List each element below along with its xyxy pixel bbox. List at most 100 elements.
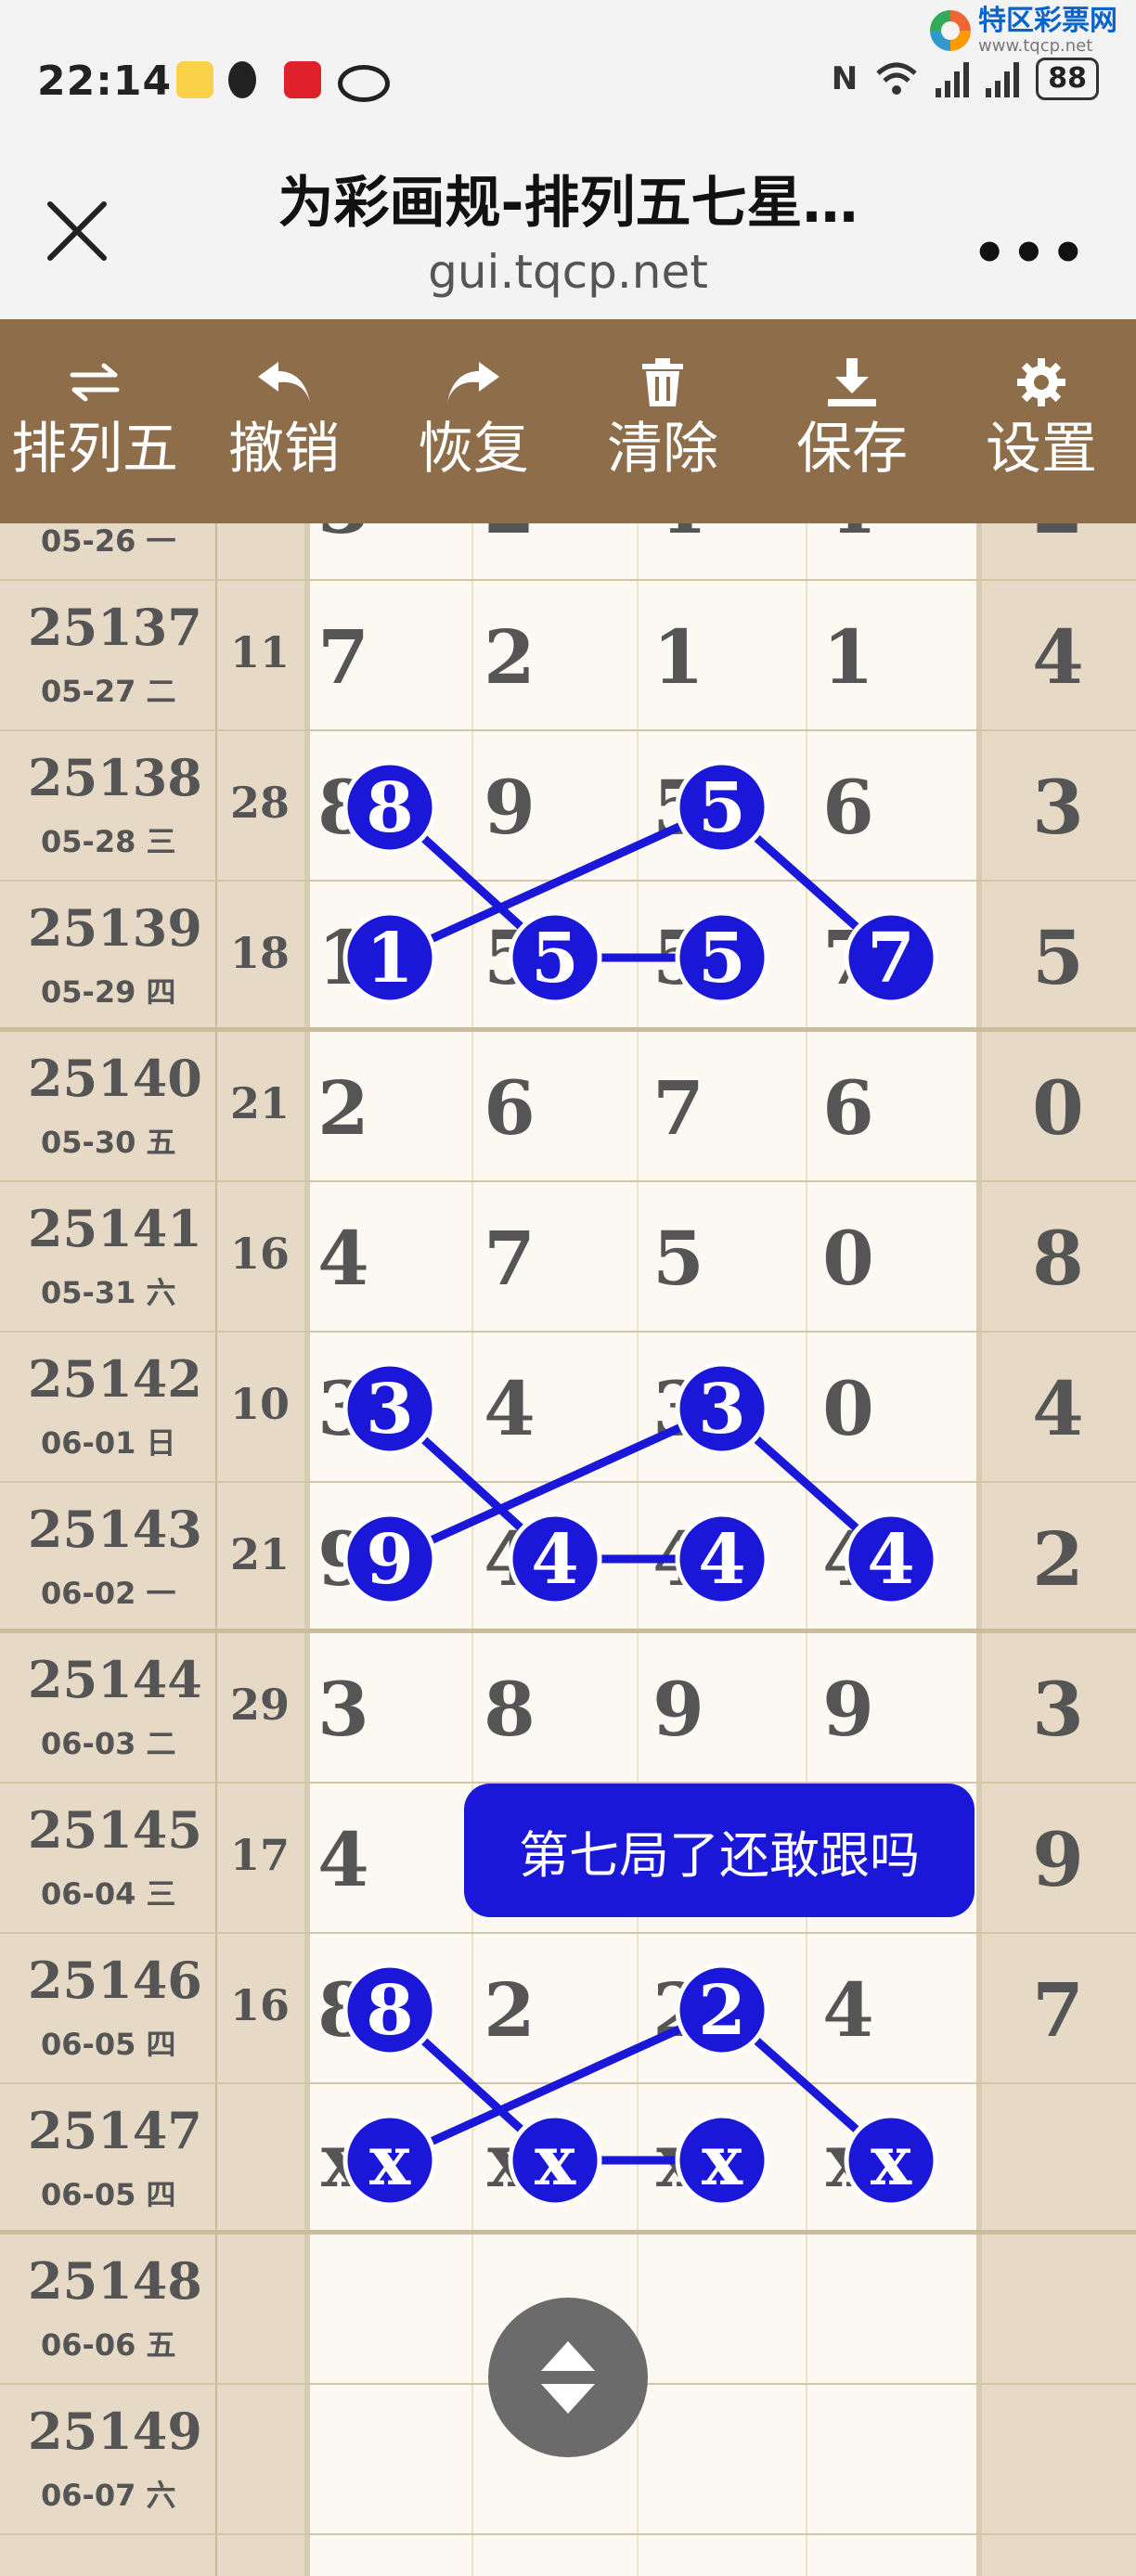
digit-cell: 6 xyxy=(822,1064,874,1152)
issue-date: 06-01 日 xyxy=(41,1425,176,1461)
toolbar-save-button[interactable]: 保存 xyxy=(757,319,947,523)
issue-date: 06-05 四 xyxy=(41,2027,176,2062)
digit-cell: 9 xyxy=(317,1515,369,1603)
issue-date: 06-07 六 xyxy=(41,2478,176,2513)
draw-grid[interactable]: 2513605-26 一13324422513705-27 二117211425… xyxy=(0,523,1136,2576)
page-title: 为彩画规-排列五七星… xyxy=(278,171,858,236)
toolbar-label: 排列五 xyxy=(11,417,178,482)
download-icon xyxy=(826,354,878,410)
digit-cell: 5 xyxy=(484,914,536,1001)
issue-number: 25144 xyxy=(28,1650,202,1709)
digit-cell: 0 xyxy=(822,1365,874,1452)
toolbar-label: 设置 xyxy=(986,417,1097,482)
digit-sum: 29 xyxy=(229,1680,290,1730)
issue-date: 06-03 二 xyxy=(41,1726,176,1761)
issue-number: 25138 xyxy=(28,748,202,807)
weibo-icon xyxy=(176,61,213,98)
wifi-icon xyxy=(876,62,917,95)
issue-number: 25143 xyxy=(28,1500,202,1559)
issue-date: 06-06 五 xyxy=(41,2327,176,2363)
digit-sum: 18 xyxy=(229,928,290,978)
digit-cell: 7 xyxy=(652,1064,704,1152)
digit-cell: 5 xyxy=(652,914,704,1001)
digit-cell: 4 xyxy=(484,1515,536,1603)
digit-cell: 9 xyxy=(652,1666,704,1753)
table-row: 25142 06-01 日 10 3 4 3 0 4 xyxy=(0,1333,1136,1483)
table-row: 25147 06-05 四 x x x x xyxy=(0,2084,1136,2235)
digit-cell: 8 xyxy=(484,1666,536,1753)
toolbar-settings-button[interactable]: 设置 xyxy=(947,319,1136,523)
issue-number: 25139 xyxy=(28,898,202,958)
issue-number: 25141 xyxy=(28,1199,202,1258)
issue-date: 06-05 四 xyxy=(41,2177,176,2212)
digit-cell: 4 xyxy=(484,1365,536,1452)
table-row: 2513605-26 一1332442 xyxy=(0,523,1136,581)
title-bar: 为彩画规-排列五七星… gui.tqcp.net ••• xyxy=(0,130,1136,319)
table-row: 25138 05-28 三 28 8 9 5 6 3 xyxy=(0,731,1136,882)
issue-number: 25148 xyxy=(28,2251,202,2311)
toolbar-label: 恢复 xyxy=(418,417,529,482)
more-menu-icon[interactable]: ••• xyxy=(972,221,1090,286)
digit-cell: 6 xyxy=(484,1064,536,1152)
watermark-name: 特区彩票网 xyxy=(978,5,1117,37)
digit-cell: 4 xyxy=(632,523,725,553)
table-row: 25140 05-30 五 21 2 6 7 6 0 xyxy=(0,1032,1136,1182)
digit-cell: 8 xyxy=(317,764,369,851)
digit-cell: 2 xyxy=(484,1966,536,2054)
toolbar-label: 撤销 xyxy=(228,417,340,482)
issue-number: 25149 xyxy=(28,2402,202,2461)
last-digit: 5 xyxy=(1032,914,1084,1001)
issue-number: 25140 xyxy=(28,1049,202,1108)
scroll-toggle-button[interactable] xyxy=(488,2298,648,2457)
swap-icon xyxy=(69,354,121,410)
digit-cell: 9 xyxy=(822,1666,874,1753)
last-digit: 9 xyxy=(1032,1816,1084,1903)
issue-date: 05-28 三 xyxy=(41,824,176,859)
digit-sum: 28 xyxy=(229,778,290,828)
digit-cell: 2 xyxy=(317,1064,369,1152)
digit-cell: 5 xyxy=(652,764,704,851)
digit-sum: 16 xyxy=(229,1229,290,1279)
digit-cell: 1 xyxy=(317,914,369,1001)
issue-number: 25137 xyxy=(28,598,202,657)
watermark-logo-icon xyxy=(930,10,971,51)
last-digit: 7 xyxy=(1032,1966,1084,2054)
issue-date: 05-30 五 xyxy=(41,1125,176,1160)
digit-cell: 3 xyxy=(317,1666,369,1753)
issue-date: 05-29 四 xyxy=(41,974,176,1010)
digit-cell: 7 xyxy=(822,914,874,1001)
digit-cell: 3 xyxy=(317,1365,369,1452)
table-row: 25146 06-05 四 16 8 2 2 4 7 xyxy=(0,1934,1136,2084)
table-row: 25143 06-02 一 21 9 4 4 4 2 xyxy=(0,1483,1136,1633)
up-down-arrows-icon xyxy=(541,2341,595,2414)
watermark-url: www.tqcp.net xyxy=(978,36,1093,56)
digit-cell: 5 xyxy=(652,1215,704,1302)
digit-cell: 1 xyxy=(822,613,874,701)
digit-cell: 6 xyxy=(822,764,874,851)
toolbar-switch-button[interactable]: 排列五 xyxy=(0,319,189,523)
digit-cell: 4 xyxy=(317,1215,369,1302)
last-digit: 3 xyxy=(1032,764,1084,851)
digit-cell: x xyxy=(656,2117,701,2204)
digit-cell: 4 xyxy=(822,1515,874,1603)
status-right: N 88 xyxy=(832,58,1099,100)
toolbar-redo-button[interactable]: 恢复 xyxy=(379,319,568,523)
signal-icon-2 xyxy=(986,60,1020,97)
digit-sum: 16 xyxy=(229,1980,290,2030)
redo-icon xyxy=(444,354,503,410)
toolbar-clear-button[interactable]: 清除 xyxy=(568,319,757,523)
nfc-icon: N xyxy=(831,60,858,97)
digit-cell: 3 xyxy=(652,1365,704,1452)
digit-cell: x xyxy=(487,2117,532,2204)
toast-message: 第七局了还敢跟吗 xyxy=(464,1784,975,1917)
toolbar-undo-button[interactable]: 撤销 xyxy=(189,319,379,523)
digit-cell: 2 xyxy=(652,1966,704,2054)
digit-cell: 4 xyxy=(802,523,895,553)
digit-sum: 21 xyxy=(229,1529,290,1579)
toolbar-label: 清除 xyxy=(607,417,718,482)
issue-date: 06-04 三 xyxy=(41,1876,176,1912)
last-digit: 2 xyxy=(1032,1515,1084,1603)
signal-icon xyxy=(936,60,970,97)
watermark: 特区彩票网 www.tqcp.net xyxy=(930,6,1117,56)
last-digit: 4 xyxy=(1032,613,1084,701)
